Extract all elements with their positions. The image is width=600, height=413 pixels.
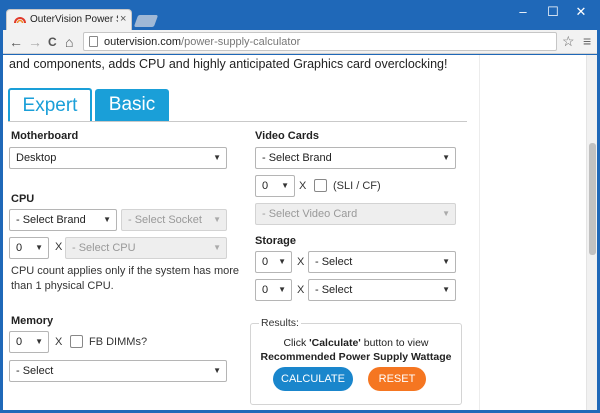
tab-expert[interactable]: Expert: [8, 88, 92, 122]
calculate-button[interactable]: CALCULATE: [273, 367, 353, 391]
outervision-favicon-icon: [14, 17, 26, 24]
cpu-count-select[interactable]: 0 ▼: [9, 237, 49, 259]
chevron-down-icon: ▼: [442, 257, 450, 266]
url-path: /power-supply-calculator: [181, 36, 301, 48]
cpu-socket-select[interactable]: - Select Socket ▼: [121, 209, 227, 231]
video-brand-value: - Select Brand: [262, 152, 332, 164]
page-content: and components, adds CPU and highly anti…: [3, 55, 597, 410]
browser-tab[interactable]: OuterVision Power Supply ×: [6, 9, 132, 30]
chevron-down-icon: ▼: [281, 181, 289, 190]
chevron-down-icon: ▼: [213, 243, 221, 252]
tab-basic[interactable]: Basic: [95, 89, 169, 122]
chevron-down-icon: ▼: [213, 215, 221, 224]
results-legend: Results:: [259, 317, 301, 329]
tab-title: OuterVision Power Supply: [30, 14, 118, 25]
video-times-label: X: [299, 180, 307, 192]
motherboard-select[interactable]: Desktop ▼: [9, 147, 227, 169]
motherboard-label: Motherboard: [11, 130, 79, 142]
video-brand-select[interactable]: - Select Brand ▼: [255, 147, 456, 169]
memory-module-select[interactable]: - Select ▼: [9, 360, 227, 382]
storage-count-value: 0: [262, 284, 269, 296]
back-icon[interactable]: ←: [9, 34, 23, 50]
minimize-button[interactable]: –: [508, 4, 538, 20]
chevron-down-icon: ▼: [442, 209, 450, 218]
chevron-down-icon: ▼: [213, 153, 221, 162]
results-line-1-suffix: button to view: [360, 337, 429, 349]
results-line-2: Recommended Power Supply Wattage: [260, 351, 452, 363]
reset-button[interactable]: RESET: [368, 367, 426, 391]
cpu-brand-select[interactable]: - Select Brand ▼: [9, 209, 117, 231]
chevron-down-icon: ▼: [35, 243, 43, 252]
storage-type-select-2[interactable]: - Select ▼: [308, 279, 456, 301]
cpu-label: CPU: [11, 193, 35, 205]
new-tab-button[interactable]: [133, 15, 159, 27]
bookmark-star-icon[interactable]: ☆: [562, 33, 575, 50]
cpu-socket-value: - Select Socket: [128, 214, 202, 226]
chevron-down-icon: ▼: [35, 337, 43, 346]
browser-window: OuterVision Power Supply × – ☐ ✕ ← → C ⌂…: [0, 0, 600, 413]
cpu-brand-value: - Select Brand: [16, 214, 86, 226]
forward-icon[interactable]: →: [28, 34, 42, 50]
intro-text: and components, adds CPU and highly anti…: [9, 57, 448, 71]
storage-count-value: 0: [262, 256, 269, 268]
fb-dimms-checkbox[interactable]: [70, 335, 83, 348]
chevron-down-icon: ▼: [213, 366, 221, 375]
maximize-button[interactable]: ☐: [538, 4, 568, 20]
address-bar[interactable]: outervision.com/power-supply-calculator: [83, 32, 557, 51]
cpu-times-label: X: [55, 241, 63, 253]
storage-type-value: - Select: [315, 284, 353, 296]
memory-count-value: 0: [16, 336, 23, 348]
reload-icon[interactable]: C: [48, 34, 57, 50]
storage-type-value: - Select: [315, 256, 353, 268]
storage-type-select-1[interactable]: - Select ▼: [308, 251, 456, 273]
right-sidebar: [479, 55, 586, 410]
chevron-down-icon: ▼: [278, 285, 286, 294]
fb-dimms-label: FB DIMMs?: [89, 336, 148, 348]
chevron-down-icon: ▼: [278, 257, 286, 266]
close-window-button[interactable]: ✕: [566, 4, 596, 20]
chevron-down-icon: ▼: [103, 215, 111, 224]
url-text: outervision.com/power-supply-calculator: [104, 36, 300, 48]
memory-label: Memory: [11, 315, 54, 327]
video-cards-label: Video Cards: [255, 130, 319, 142]
cpu-note-line-2: than 1 physical CPU.: [11, 280, 114, 292]
video-count-select[interactable]: 0 ▼: [255, 175, 295, 197]
cpu-model-value: - Select CPU: [72, 242, 136, 254]
sli-cf-checkbox[interactable]: [314, 179, 327, 192]
chevron-down-icon: ▼: [442, 285, 450, 294]
browser-toolbar: ← → C ⌂ outervision.com/power-supply-cal…: [3, 30, 597, 54]
title-bar: OuterVision Power Supply × – ☐ ✕: [0, 0, 600, 30]
video-card-value: - Select Video Card: [262, 208, 358, 220]
memory-module-value: - Select: [16, 365, 54, 377]
vertical-scrollbar[interactable]: [586, 55, 597, 410]
storage-times-label: X: [297, 284, 305, 296]
tab-close-icon[interactable]: ×: [120, 13, 126, 25]
results-line-1-bold: 'Calculate': [309, 337, 361, 349]
memory-times-label: X: [55, 336, 63, 348]
sli-cf-label: (SLI / CF): [333, 180, 381, 192]
motherboard-value: Desktop: [16, 152, 57, 164]
tab-divider: [8, 121, 467, 122]
cpu-count-note: CPU count applies only if the system has…: [11, 264, 241, 294]
storage-times-label: X: [297, 256, 305, 268]
results-instructions: Click 'Calculate' button to view Recomme…: [250, 336, 462, 364]
browser-menu-icon[interactable]: ≡: [583, 33, 591, 49]
memory-count-select[interactable]: 0 ▼: [9, 331, 49, 353]
results-line-1-prefix: Click: [283, 337, 310, 349]
storage-count-select-2[interactable]: 0 ▼: [255, 279, 292, 301]
scrollbar-thumb[interactable]: [589, 143, 596, 255]
storage-label: Storage: [255, 235, 296, 247]
page-icon: [89, 36, 98, 47]
cpu-count-value: 0: [16, 242, 23, 254]
url-host: outervision.com: [104, 36, 182, 48]
cpu-note-line-1: CPU count applies only if the system has…: [11, 265, 240, 277]
video-card-select[interactable]: - Select Video Card ▼: [255, 203, 456, 225]
results-line-1: Click 'Calculate' button to view: [250, 336, 462, 350]
home-icon[interactable]: ⌂: [65, 34, 73, 50]
cpu-model-select[interactable]: - Select CPU ▼: [65, 237, 227, 259]
chevron-down-icon: ▼: [442, 153, 450, 162]
video-count-value: 0: [262, 180, 269, 192]
storage-count-select-1[interactable]: 0 ▼: [255, 251, 292, 273]
